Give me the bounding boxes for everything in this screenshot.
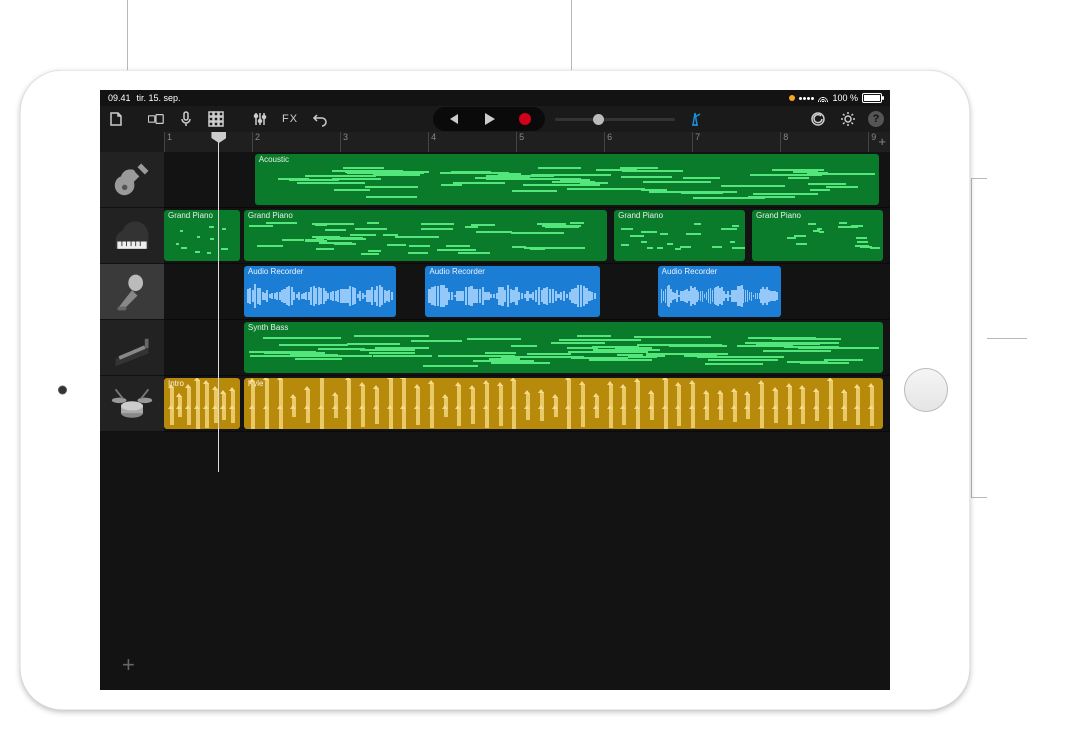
midi-region[interactable]: Synth Bass xyxy=(244,322,883,373)
main-toolbar: FX ? xyxy=(100,106,890,132)
record-button[interactable] xyxy=(515,109,535,129)
callout-bracket xyxy=(987,338,1027,339)
app-screen: 09.41 tir. 15. sep. 100 % xyxy=(100,90,890,690)
callout-bracket xyxy=(971,178,972,498)
ruler-bar-number: 9 xyxy=(868,132,876,152)
fx-button[interactable]: FX xyxy=(280,109,300,129)
audio-region[interactable]: Audio Recorder xyxy=(658,266,781,317)
help-button[interactable]: ? xyxy=(868,111,884,127)
region-label: Grand Piano xyxy=(168,211,213,220)
track-lane[interactable]: Audio Recorder Audio Recorder Audio Record… xyxy=(164,264,890,320)
ruler-bar-number: 3 xyxy=(340,132,348,152)
go-to-beginning-button[interactable] xyxy=(443,109,463,129)
ipad-device-frame: 09.41 tir. 15. sep. 100 % xyxy=(20,70,970,710)
battery-icon xyxy=(862,93,882,103)
callout-bracket xyxy=(971,497,987,498)
ruler-bar-number: 1 xyxy=(164,132,172,152)
track-header-mic[interactable] xyxy=(100,264,164,320)
home-button[interactable] xyxy=(904,368,948,412)
status-time: 09.41 xyxy=(108,93,131,103)
transport-controls xyxy=(433,107,545,131)
audio-region[interactable]: Audio Recorder xyxy=(425,266,599,317)
track-header-piano[interactable] xyxy=(100,208,164,264)
ios-status-bar: 09.41 tir. 15. sep. 100 % xyxy=(100,90,890,106)
cellular-signal-icon xyxy=(799,97,814,100)
ruler-bar-number: 2 xyxy=(252,132,260,152)
midi-region[interactable]: Grand Piano xyxy=(752,210,883,261)
midi-region[interactable]: Acoustic xyxy=(255,154,879,205)
track-header-guitar[interactable] xyxy=(100,152,164,208)
front-camera xyxy=(58,386,67,395)
my-songs-button[interactable] xyxy=(106,109,126,129)
callout-bracket xyxy=(971,178,987,179)
audio-region[interactable]: Audio Recorder xyxy=(244,266,396,317)
ruler-bar-number: 4 xyxy=(428,132,436,152)
track-header-spacer xyxy=(100,132,164,152)
battery-percentage: 100 % xyxy=(832,93,858,103)
track-lane[interactable]: Acoustic xyxy=(164,152,890,208)
loop-browser-button[interactable] xyxy=(808,109,828,129)
track-lane[interactable]: IntroKyle xyxy=(164,376,890,432)
ruler-bar-number: 6 xyxy=(604,132,612,152)
status-date: tir. 15. sep. xyxy=(137,93,181,103)
drum-region[interactable]: Intro xyxy=(164,378,240,429)
track-header-drums[interactable] xyxy=(100,376,164,432)
track-header-synth[interactable] xyxy=(100,320,164,376)
microphone-icon[interactable] xyxy=(176,109,196,129)
midi-region[interactable]: Grand Piano xyxy=(164,210,240,261)
track-lane[interactable]: Grand Piano Grand Piano Grand Piano Grand P… xyxy=(164,208,890,264)
track-lane[interactable]: Synth Bass xyxy=(164,320,890,376)
region-label: Audio Recorder xyxy=(248,267,304,276)
ruler-bar-number: 5 xyxy=(516,132,524,152)
master-volume-slider[interactable] xyxy=(555,118,675,121)
browser-button[interactable] xyxy=(146,109,166,129)
recording-indicator-dot xyxy=(789,95,795,101)
region-label: Grand Piano xyxy=(248,211,293,220)
metronome-button[interactable] xyxy=(685,109,705,129)
settings-button[interactable] xyxy=(838,109,858,129)
playhead[interactable] xyxy=(218,132,219,472)
midi-region[interactable]: Grand Piano xyxy=(614,210,745,261)
region-label: Grand Piano xyxy=(618,211,663,220)
region-label: Acoustic xyxy=(259,155,289,164)
ruler-bar-number: 8 xyxy=(780,132,788,152)
ruler-bar-number: 7 xyxy=(692,132,700,152)
region-label: Audio Recorder xyxy=(429,267,485,276)
play-button[interactable] xyxy=(479,109,499,129)
grid-button[interactable] xyxy=(206,109,226,129)
timeline-ruler[interactable]: + 1 2 3 4 5 6 7 8 9 xyxy=(164,132,890,152)
region-label: Grand Piano xyxy=(756,211,801,220)
drum-region[interactable]: Kyle xyxy=(244,378,883,429)
undo-button[interactable] xyxy=(310,109,330,129)
add-section-button[interactable]: + xyxy=(878,135,886,148)
region-label: Synth Bass xyxy=(248,323,288,332)
add-track-button[interactable]: + xyxy=(122,654,144,676)
midi-region[interactable]: Grand Piano xyxy=(244,210,607,261)
region-label: Audio Recorder xyxy=(662,267,718,276)
track-controls-button[interactable] xyxy=(250,109,270,129)
playhead-handle-icon[interactable] xyxy=(211,132,226,143)
wifi-icon xyxy=(818,94,828,102)
